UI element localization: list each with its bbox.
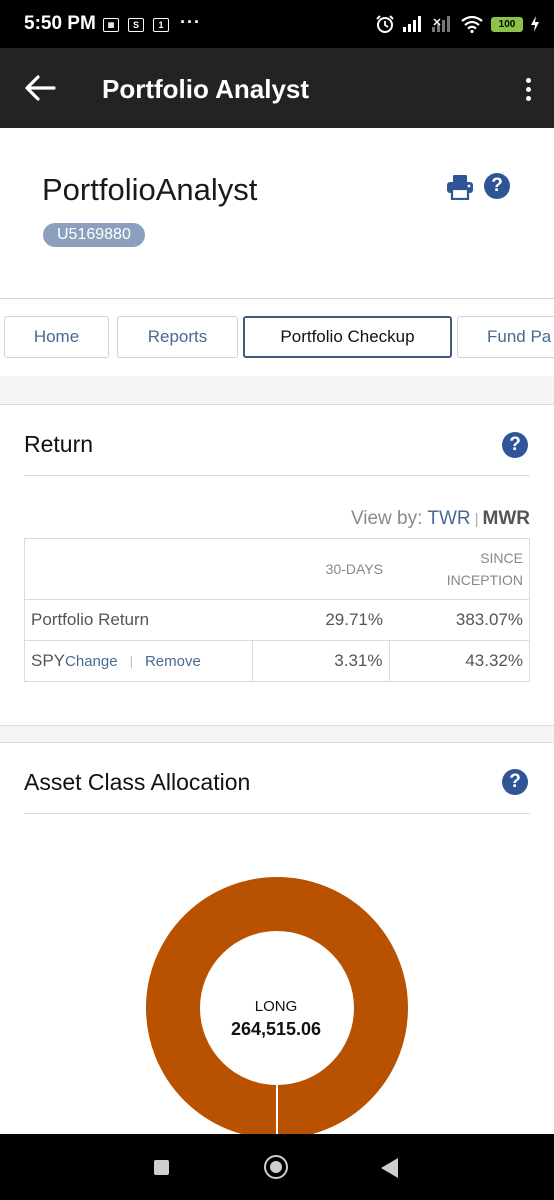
portfolio-return-since-inception: 383.07% [389, 599, 530, 641]
view-by-label: View by: [350, 508, 423, 529]
nav-back-icon[interactable] [381, 1158, 398, 1178]
tab-home[interactable]: Home [4, 316, 109, 358]
app-bar: Portfolio Analyst [0, 48, 554, 128]
benchmark-row: SPYChange | Remove 3.31% 43.32% [24, 640, 530, 682]
status-time: 5:50 PM [24, 13, 96, 34]
view-by-toggle: View by: TWR | MWR [351, 508, 530, 530]
header-empty-cell [24, 538, 252, 600]
portfolio-return-30-days: 29.71% [252, 599, 389, 641]
benchmark-30-days: 3.31% [251, 640, 389, 682]
allocation-donut-chart: LONG 264,515.06 [146, 877, 408, 1143]
return-title: Return [24, 431, 94, 457]
benchmark-cell: SPYChange | Remove [24, 640, 252, 682]
calendar-day-icon: 1 [153, 18, 169, 32]
table-header-row: 30-DAYS SINCE INCEPTION [24, 538, 530, 600]
benchmark-separator: | [129, 654, 133, 669]
view-by-separator: | [474, 511, 479, 528]
signal-icon [403, 16, 421, 32]
more-notifications-icon: ··· [180, 11, 201, 32]
donut-center-label: LONG [255, 998, 298, 1015]
return-card: Return ? View by: TWR | MWR 30-DAYS SINCE I… [0, 404, 554, 726]
system-icons: 100 [375, 14, 540, 34]
status-bar: 5:50 PM ▦ S 1 ··· 100 [0, 0, 554, 48]
table-row: Portfolio Return 29.71% 383.07% [24, 599, 530, 641]
header-30-days: 30-DAYS [252, 538, 389, 600]
page-header: PortfolioAnalyst U5169880 ? [0, 128, 554, 298]
header-since-inception: SINCE INCEPTION [389, 538, 530, 600]
print-icon[interactable] [446, 174, 474, 200]
benchmark-remove-link[interactable]: Remove [145, 653, 201, 670]
system-nav-bar [0, 1134, 554, 1200]
header-since-line1: SINCE [480, 550, 523, 566]
header-since-line2: INCEPTION [446, 572, 523, 588]
home-icon[interactable] [264, 1155, 288, 1179]
donut-center-value: 264,515.06 [231, 1019, 321, 1039]
benchmark-since-inception: 43.32% [388, 640, 530, 682]
back-arrow-icon[interactable] [24, 74, 56, 102]
return-table: 30-DAYS SINCE INCEPTION Portfolio Return … [24, 538, 530, 682]
app-title: Portfolio Analyst [102, 74, 310, 104]
wifi-icon [461, 15, 483, 33]
asset-allocation-card: Asset Class Allocation ? LONG 264,515.06 [0, 742, 554, 1143]
benchmark-symbol: SPY [31, 651, 66, 670]
benchmark-change-link[interactable]: Change [65, 653, 118, 670]
calendar-icon: ▦ [103, 18, 119, 32]
tab-reports[interactable]: Reports [117, 316, 238, 358]
divider [24, 475, 530, 476]
notification-icons: ▦ S 1 ··· [103, 12, 201, 34]
tab-fund-parser[interactable]: Fund Pa [457, 316, 554, 358]
alarm-icon [376, 15, 394, 33]
help-icon[interactable]: ? [484, 173, 510, 199]
battery-icon: 100 [491, 16, 523, 32]
signal-2-icon [432, 16, 450, 32]
portfolio-return-label: Portfolio Return [24, 599, 252, 641]
view-by-mwr-link[interactable]: MWR [483, 508, 530, 529]
overflow-menu-icon[interactable] [526, 78, 532, 105]
return-help-icon[interactable]: ? [502, 432, 528, 458]
account-badge: U5169880 [43, 223, 145, 247]
page-title: PortfolioAnalyst [42, 172, 258, 207]
shopping-bag-icon: S [128, 18, 144, 32]
tab-portfolio-checkup[interactable]: Portfolio Checkup [243, 316, 452, 358]
tab-bar: Home Reports Portfolio Checkup Fund Pa [0, 298, 554, 378]
recent-apps-icon[interactable] [154, 1160, 169, 1175]
charging-icon [531, 16, 539, 32]
view-by-twr-link[interactable]: TWR [427, 508, 470, 529]
